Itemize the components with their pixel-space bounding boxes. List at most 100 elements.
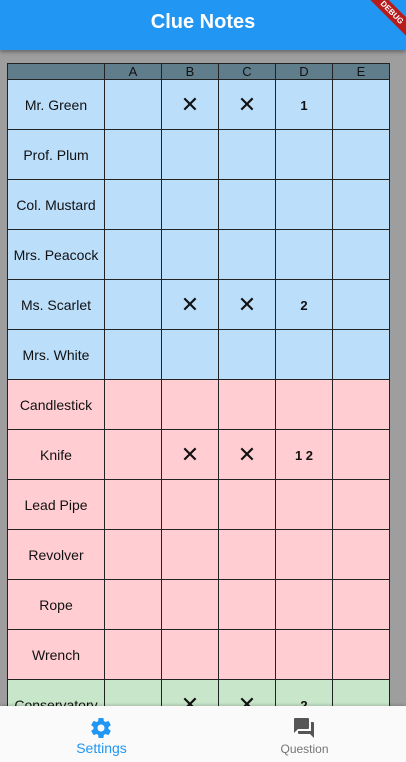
note-cell-b[interactable]: ✕: [161, 279, 219, 330]
note-cell-d[interactable]: [275, 479, 333, 530]
note-cell-e[interactable]: [332, 579, 390, 630]
note-cell-b[interactable]: [161, 329, 219, 380]
note-value: 2: [300, 297, 308, 313]
card-name-cell: Ms. Scarlet: [7, 279, 105, 330]
note-value: 1 2: [294, 447, 314, 463]
note-cell-e[interactable]: [332, 429, 390, 480]
note-cell-c[interactable]: [218, 479, 276, 530]
note-cell-e[interactable]: [332, 129, 390, 180]
note-cell-d[interactable]: [275, 129, 333, 180]
note-cell-e[interactable]: [332, 329, 390, 380]
note-cell-c[interactable]: [218, 129, 276, 180]
note-cell-d[interactable]: [275, 529, 333, 580]
grid-row: Knife ✕ ✕ 1 2: [7, 429, 390, 480]
note-cell-c[interactable]: [218, 579, 276, 630]
notes-content[interactable]: A B C D E Mr. Green ✕ ✕ 1 Prof. Plum Col. Mus…: [0, 50, 406, 706]
note-cell-d[interactable]: [275, 629, 333, 680]
grid-row: Candlestick: [7, 379, 390, 430]
card-name-cell: Conservatory: [7, 679, 105, 706]
note-cell-c[interactable]: [218, 329, 276, 380]
nav-settings-button[interactable]: Settings: [0, 706, 203, 762]
note-cell-a[interactable]: [104, 479, 162, 530]
note-cell-a[interactable]: [104, 129, 162, 180]
note-cell-a[interactable]: [104, 579, 162, 630]
note-cell-b[interactable]: [161, 579, 219, 630]
grid-row: Conservatory ✕ ✕ 2: [7, 679, 390, 707]
note-cell-c[interactable]: [218, 229, 276, 280]
grid-row: Mrs. White: [7, 329, 390, 380]
note-value: 1: [300, 97, 308, 113]
note-cell-b[interactable]: ✕: [161, 679, 219, 706]
note-cell-b[interactable]: [161, 629, 219, 680]
note-cell-a[interactable]: [104, 529, 162, 580]
note-cell-d[interactable]: [275, 179, 333, 230]
note-cell-d[interactable]: 1 2: [275, 429, 333, 480]
note-cell-d[interactable]: 2: [275, 679, 333, 707]
nav-question-button[interactable]: Question: [203, 706, 406, 762]
clue-notes-grid: A B C D E Mr. Green ✕ ✕ 1 Prof. Plum Col. Mus…: [7, 63, 390, 706]
note-value: 2: [300, 697, 308, 707]
card-name-cell: Candlestick: [7, 379, 105, 430]
note-cell-c[interactable]: [218, 529, 276, 580]
grid-row: Col. Mustard: [7, 179, 390, 230]
note-cell-e[interactable]: [332, 229, 390, 280]
note-cell-c[interactable]: ✕: [218, 79, 276, 130]
note-cell-c[interactable]: [218, 629, 276, 680]
player-header-a: A: [104, 63, 162, 80]
app-title: Clue Notes: [150, 11, 256, 33]
note-cell-e[interactable]: [332, 179, 390, 230]
note-cell-a[interactable]: [104, 679, 162, 706]
note-cell-b[interactable]: [161, 379, 219, 430]
note-cell-a[interactable]: [104, 329, 162, 380]
note-cell-b[interactable]: ✕: [161, 79, 219, 130]
player-header-b: B: [161, 63, 219, 80]
nav-settings-label: Settings: [76, 740, 127, 756]
card-name-cell: Prof. Plum: [7, 129, 105, 180]
card-name-cell: Wrench: [7, 629, 105, 680]
note-cell-c[interactable]: [218, 379, 276, 430]
card-name-cell: Col. Mustard: [7, 179, 105, 230]
card-name-cell: Mrs. White: [7, 329, 105, 380]
grid-row: Mr. Green ✕ ✕ 1: [7, 79, 390, 130]
note-cell-b[interactable]: [161, 479, 219, 530]
note-cell-d[interactable]: 1: [275, 79, 333, 130]
card-name-cell: Rope: [7, 579, 105, 630]
note-cell-e[interactable]: [332, 79, 390, 130]
bottom-navigation: Settings Question: [0, 706, 406, 762]
grid-header-row: A B C D E: [7, 63, 390, 80]
note-cell-b[interactable]: ✕: [161, 429, 219, 480]
note-cell-d[interactable]: [275, 379, 333, 430]
note-cell-c[interactable]: ✕: [218, 429, 276, 480]
note-cell-a[interactable]: [104, 379, 162, 430]
note-cell-d[interactable]: [275, 579, 333, 630]
cross-mark-icon: ✕: [180, 691, 200, 706]
note-cell-c[interactable]: ✕: [218, 279, 276, 330]
note-cell-a[interactable]: [104, 629, 162, 680]
grid-row: Prof. Plum: [7, 129, 390, 180]
note-cell-b[interactable]: [161, 179, 219, 230]
card-name-cell: Lead Pipe: [7, 479, 105, 530]
note-cell-a[interactable]: [104, 79, 162, 130]
note-cell-d[interactable]: [275, 329, 333, 380]
nav-question-label: Question: [280, 742, 329, 756]
note-cell-e[interactable]: [332, 529, 390, 580]
note-cell-c[interactable]: [218, 179, 276, 230]
note-cell-e[interactable]: [332, 629, 390, 680]
note-cell-e[interactable]: [332, 379, 390, 430]
note-cell-e[interactable]: [332, 279, 390, 330]
note-cell-c[interactable]: ✕: [218, 679, 276, 706]
note-cell-a[interactable]: [104, 229, 162, 280]
grid-row: Ms. Scarlet ✕ ✕ 2: [7, 279, 390, 330]
note-cell-e[interactable]: [332, 479, 390, 530]
note-cell-b[interactable]: [161, 129, 219, 180]
note-cell-a[interactable]: [104, 429, 162, 480]
note-cell-b[interactable]: [161, 229, 219, 280]
note-cell-d[interactable]: [275, 229, 333, 280]
note-cell-b[interactable]: [161, 529, 219, 580]
note-cell-e[interactable]: [332, 679, 390, 706]
cross-mark-icon: ✕: [237, 91, 257, 117]
card-name-cell: Revolver: [7, 529, 105, 580]
note-cell-a[interactable]: [104, 179, 162, 230]
note-cell-a[interactable]: [104, 279, 162, 330]
note-cell-d[interactable]: 2: [275, 279, 333, 330]
